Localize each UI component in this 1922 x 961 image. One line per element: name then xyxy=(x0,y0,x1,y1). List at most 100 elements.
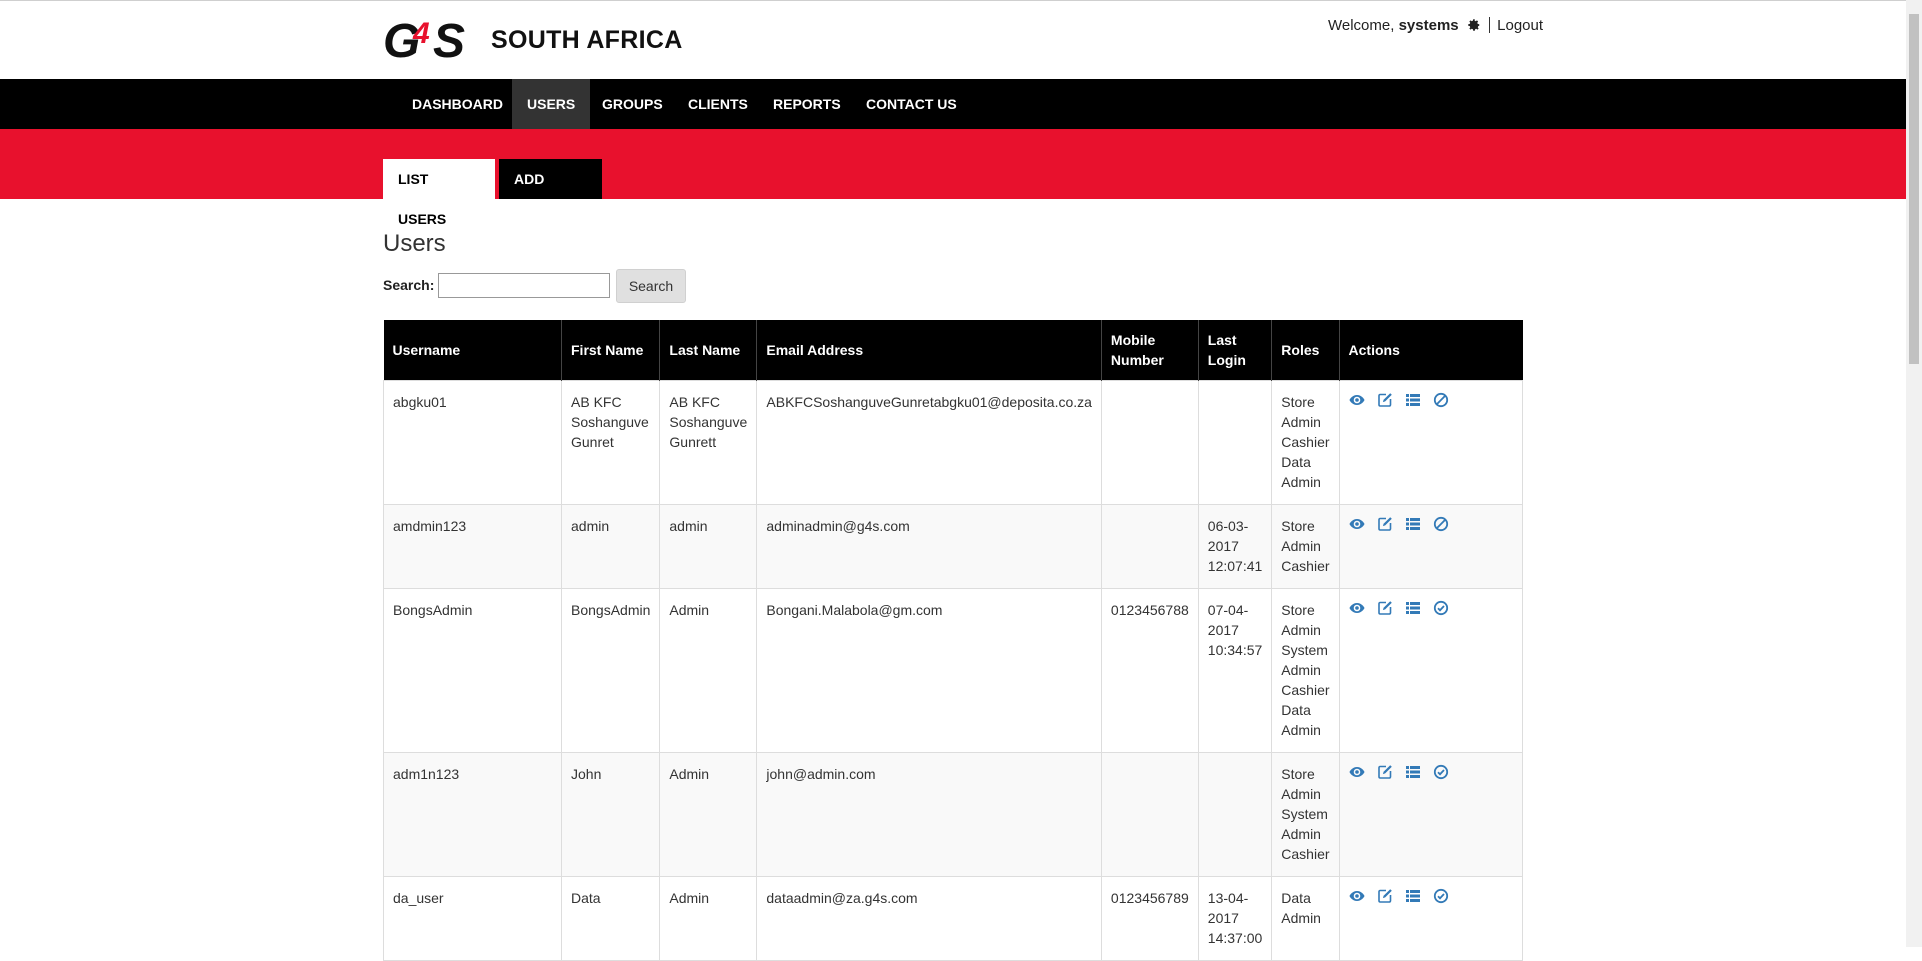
cell-actions xyxy=(1338,752,1524,877)
nav-dashboard[interactable]: DASHBOARD xyxy=(397,79,518,129)
table-row: abgku01 AB KFC Soshanguve Gunret AB KFC So… xyxy=(383,380,1524,505)
edit-icon[interactable] xyxy=(1377,600,1393,616)
cell-mobile xyxy=(1100,504,1199,589)
tab-add-user[interactable]: ADD USER xyxy=(499,159,602,227)
cell-actions xyxy=(1338,504,1524,589)
main-nav: DASHBOARD USERS GROUPS CLIENTS REPORTS C… xyxy=(0,79,1906,129)
cell-username: BongsAdmin xyxy=(383,588,562,753)
cell-roles: Data Admin xyxy=(1271,876,1340,961)
role-label: Cashier xyxy=(1281,846,1330,862)
cell-last-name: Admin xyxy=(659,752,758,877)
current-username: systems xyxy=(1398,17,1459,34)
col-actions: Actions xyxy=(1338,320,1523,381)
eye-icon[interactable] xyxy=(1349,392,1365,408)
role-label: Store Admin xyxy=(1281,766,1321,802)
cell-username: adm1n123 xyxy=(383,752,562,877)
role-label: Data Admin xyxy=(1281,890,1321,926)
cell-username: abgku01 xyxy=(383,380,562,505)
cell-email: john@admin.com xyxy=(756,752,1102,877)
role-label: Data Admin xyxy=(1281,702,1321,738)
cell-email: ABKFCSoshanguveGunretabgku01@deposita.co… xyxy=(756,380,1102,505)
cell-mobile: 0123456789 xyxy=(1100,876,1199,961)
col-first-name[interactable]: First Name xyxy=(560,320,660,381)
role-label: Cashier xyxy=(1281,434,1330,450)
table-header-row: Username First Name Last Name Email Addr… xyxy=(383,320,1523,381)
eye-icon[interactable] xyxy=(1349,600,1365,616)
table-row: adm1n123 John Admin john@admin.com Store Adm… xyxy=(383,752,1524,877)
search-input[interactable] xyxy=(438,273,610,298)
cell-first-name: John xyxy=(560,752,661,877)
scroll-up-arrow[interactable] xyxy=(1906,0,1922,14)
brand-name: SOUTH AFRICA xyxy=(491,26,683,54)
role-label: Cashier xyxy=(1281,558,1330,574)
scrollbar-thumb[interactable] xyxy=(1909,14,1919,364)
role-label: Store Admin xyxy=(1281,518,1321,554)
nav-groups[interactable]: GROUPS xyxy=(587,79,678,129)
col-last-name[interactable]: Last Name xyxy=(659,320,757,381)
role-label: Store Admin xyxy=(1281,602,1321,638)
nav-users[interactable]: USERS xyxy=(512,79,591,129)
page-title: Users xyxy=(383,230,446,257)
col-username[interactable]: Username xyxy=(383,320,562,381)
menu-separator xyxy=(1488,17,1490,33)
edit-icon[interactable] xyxy=(1377,764,1393,780)
cell-email: dataadmin@za.g4s.com xyxy=(756,876,1102,961)
table-body: abgku01 AB KFC Soshanguve Gunret AB KFC So… xyxy=(383,380,1524,961)
col-mobile[interactable]: Mobile Number xyxy=(1100,320,1199,381)
cell-last-login[interactable]: 06-03-2017 12:07:41 xyxy=(1197,504,1273,589)
edit-icon[interactable] xyxy=(1377,392,1393,408)
logout-link[interactable]: Logout xyxy=(1497,17,1543,34)
table-row: amdmin123 admin admin adminadmin@g4s.com 06-… xyxy=(383,504,1524,589)
check-circle-icon[interactable] xyxy=(1433,600,1449,616)
edit-icon[interactable] xyxy=(1377,516,1393,532)
col-last-login[interactable]: Last Login xyxy=(1197,320,1272,381)
list-icon[interactable] xyxy=(1405,888,1421,904)
cell-first-name: BongsAdmin xyxy=(560,588,661,753)
cell-last-login[interactable] xyxy=(1197,752,1273,877)
check-circle-icon[interactable] xyxy=(1433,888,1449,904)
welcome-text: Welcome, xyxy=(1328,17,1395,34)
cell-roles: Store Admin System Admin Cashier xyxy=(1271,752,1340,877)
cell-last-login[interactable]: 13-04-2017 14:37:00 xyxy=(1197,876,1273,961)
svg-text:S: S xyxy=(433,15,465,65)
nav-reports[interactable]: REPORTS xyxy=(758,79,856,129)
cell-roles: Store Admin Cashier xyxy=(1271,504,1340,589)
cell-actions xyxy=(1338,876,1524,961)
g4s-logo[interactable]: G 4 S xyxy=(383,13,471,68)
users-table: Username First Name Last Name Email Addr… xyxy=(383,320,1524,961)
cell-roles: Store Admin System Admin Cashier Data Admin xyxy=(1271,588,1340,753)
list-icon[interactable] xyxy=(1405,600,1421,616)
list-icon[interactable] xyxy=(1405,764,1421,780)
gear-icon[interactable] xyxy=(1467,18,1481,36)
cell-roles: Store Admin Cashier Data Admin xyxy=(1271,380,1340,505)
col-email[interactable]: Email Address xyxy=(756,320,1102,381)
table-row: BongsAdmin BongsAdmin Admin Bongani.Malabol… xyxy=(383,588,1524,753)
cell-last-login[interactable]: 07-04-2017 10:34:57 xyxy=(1197,588,1273,753)
cell-email: Bongani.Malabola@gm.com xyxy=(756,588,1102,753)
col-roles[interactable]: Roles xyxy=(1271,320,1340,381)
cell-mobile xyxy=(1100,752,1199,877)
role-label: Data Admin xyxy=(1281,454,1321,490)
tab-list-users[interactable]: LIST USERS xyxy=(383,159,495,227)
cell-last-name: Admin xyxy=(659,588,758,753)
role-label: Cashier xyxy=(1281,682,1330,698)
eye-icon[interactable] xyxy=(1349,516,1365,532)
list-icon[interactable] xyxy=(1405,392,1421,408)
search-button[interactable]: Search xyxy=(616,269,686,303)
cell-last-login[interactable] xyxy=(1197,380,1273,505)
list-icon[interactable] xyxy=(1405,516,1421,532)
cell-username: amdmin123 xyxy=(383,504,562,589)
cell-actions xyxy=(1338,380,1524,505)
svg-text:4: 4 xyxy=(412,17,430,50)
edit-icon[interactable] xyxy=(1377,888,1393,904)
nav-clients[interactable]: CLIENTS xyxy=(673,79,763,129)
check-circle-icon[interactable] xyxy=(1433,764,1449,780)
ban-icon[interactable] xyxy=(1433,516,1449,532)
ban-icon[interactable] xyxy=(1433,392,1449,408)
role-label: System Admin xyxy=(1281,642,1328,678)
cell-actions xyxy=(1338,588,1524,753)
eye-icon[interactable] xyxy=(1349,888,1365,904)
eye-icon[interactable] xyxy=(1349,764,1365,780)
nav-contact-us[interactable]: CONTACT US xyxy=(851,79,972,129)
cell-mobile: 0123456788 xyxy=(1100,588,1199,753)
